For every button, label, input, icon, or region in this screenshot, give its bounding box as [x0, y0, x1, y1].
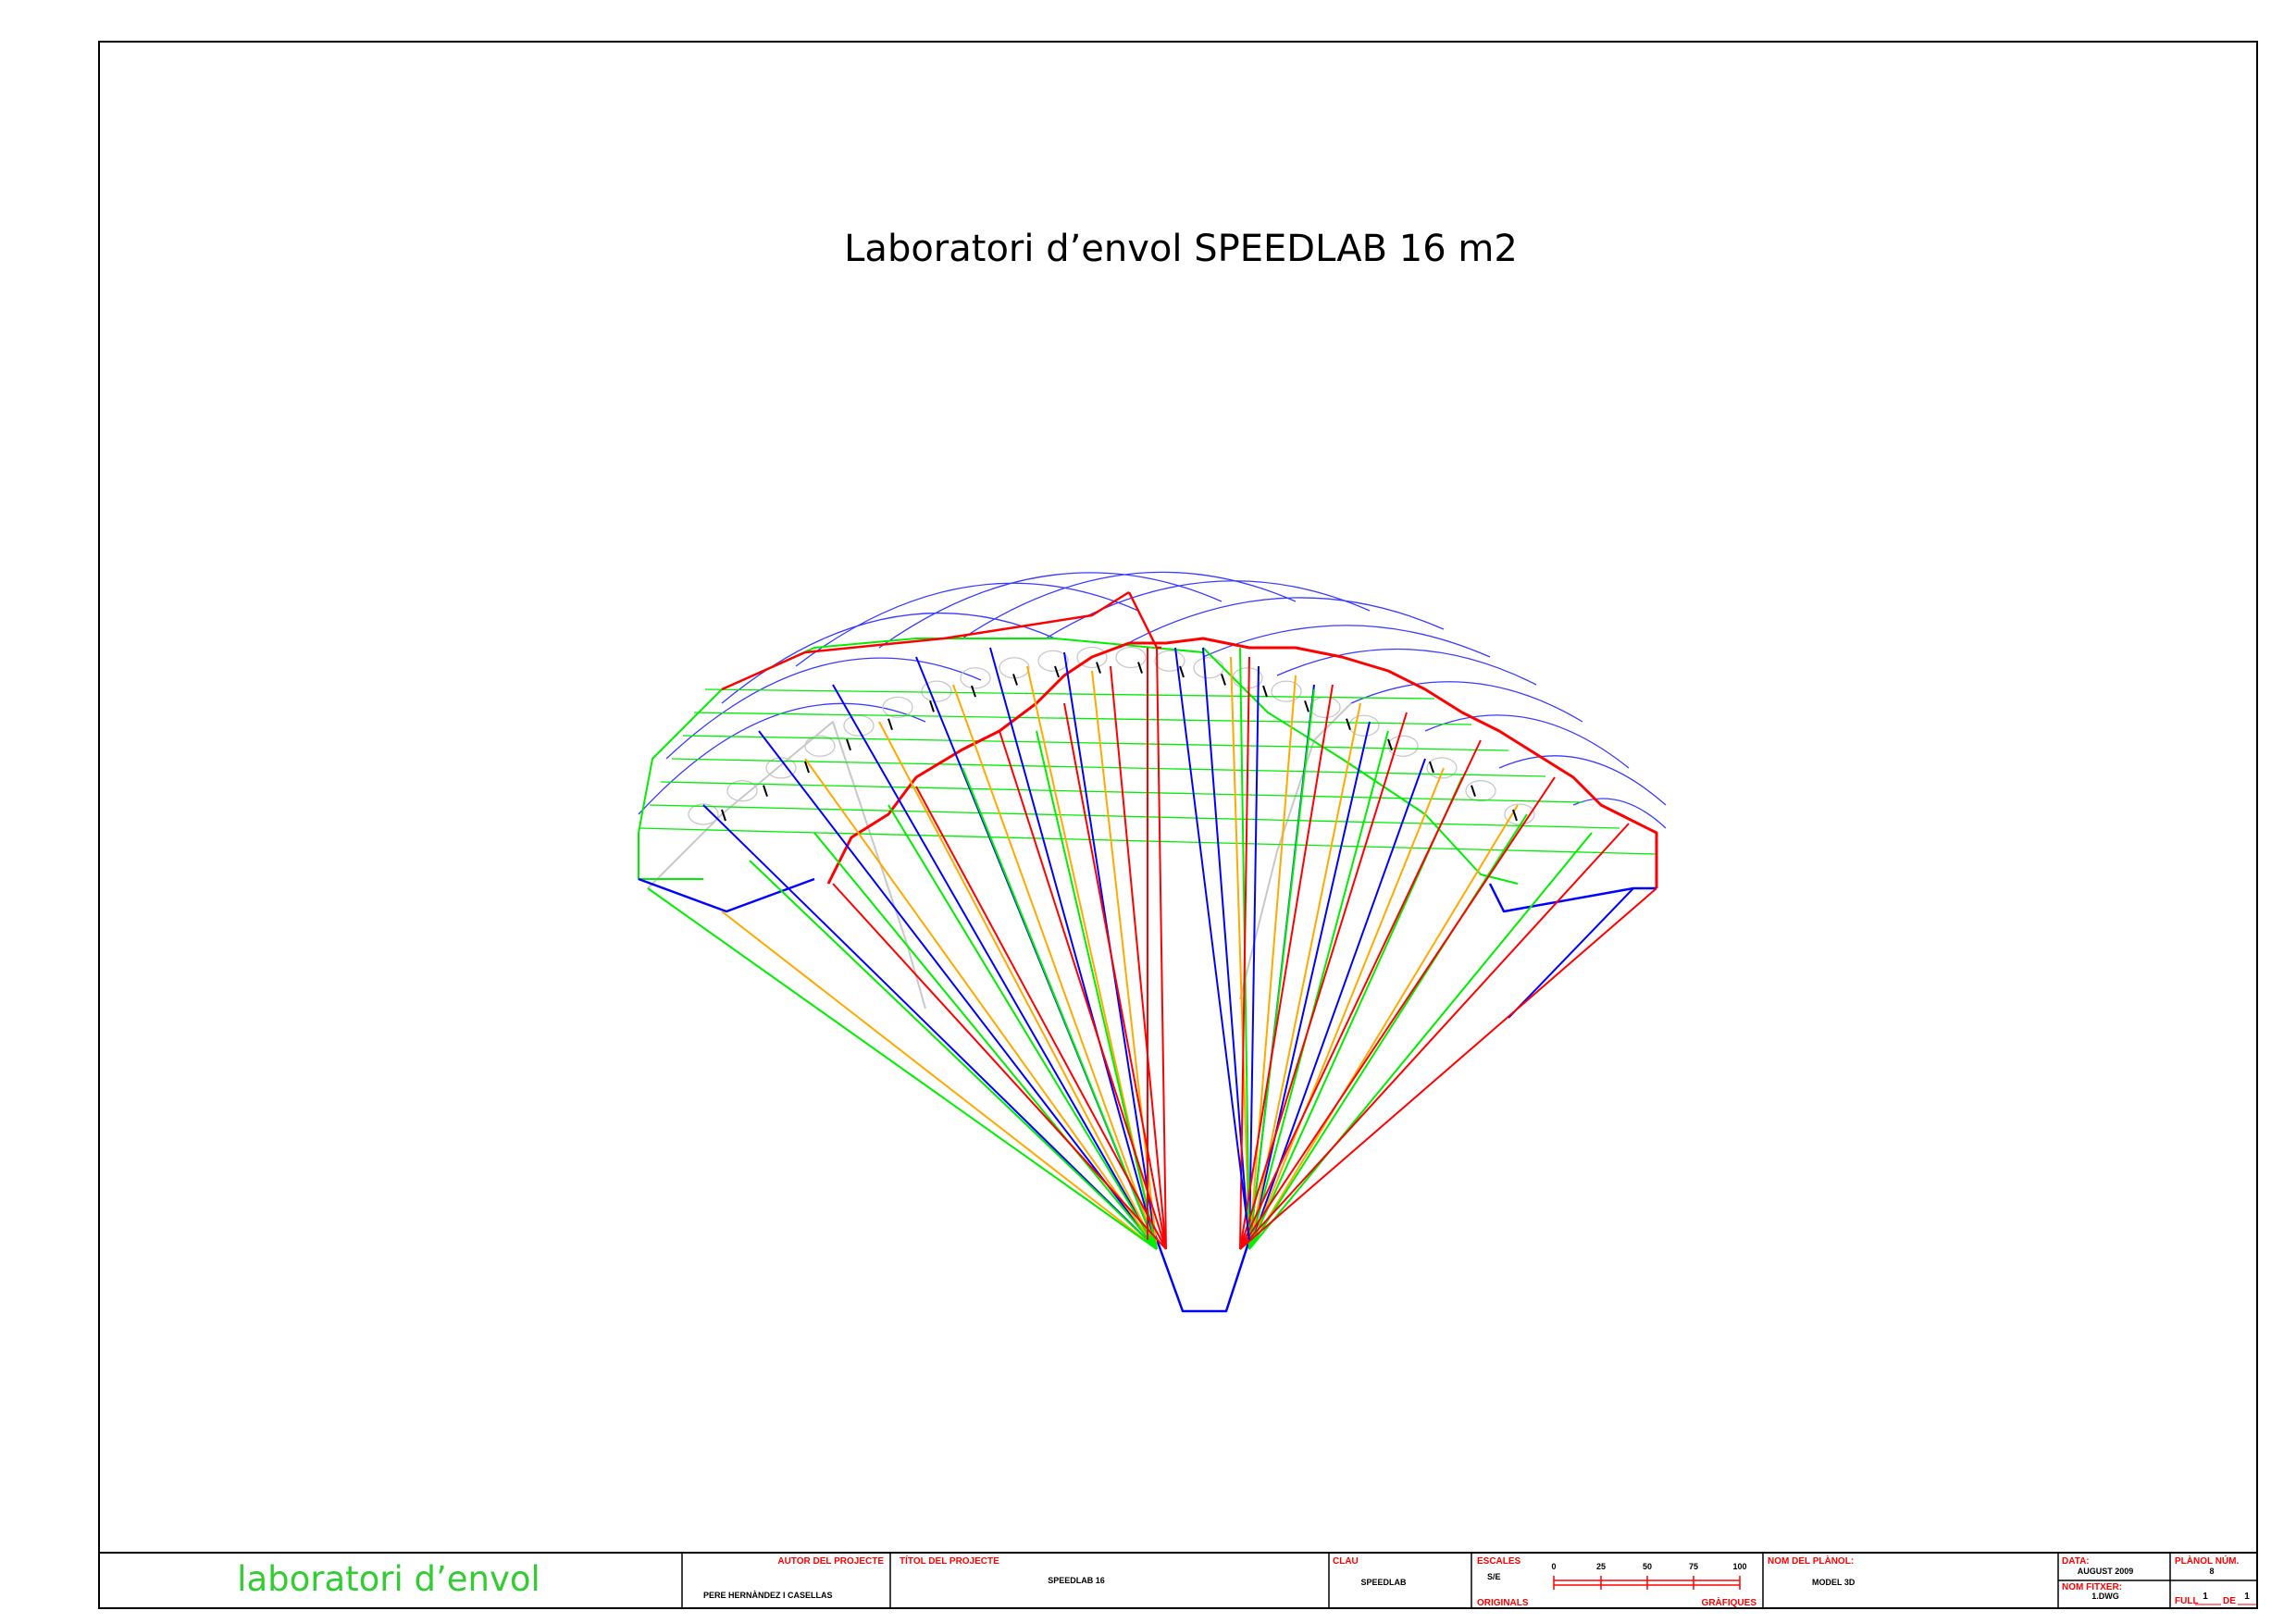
rib-loop [1309, 696, 1341, 719]
suspension-line [1239, 739, 1482, 1250]
sheet-of: DE [2223, 1596, 2236, 1606]
rib-loop [843, 714, 875, 737]
suspension-line [1174, 647, 1250, 1241]
plan-name-value: MODEL 3D [1812, 1578, 1855, 1587]
suspension-line [1239, 712, 1408, 1250]
rib-loop [804, 735, 836, 757]
suspension-line [887, 804, 1158, 1250]
scale-tick-label: 75 [1689, 1562, 1698, 1571]
left-stabilo-line [638, 877, 815, 913]
suspension-line [1248, 688, 1315, 1250]
rib-profile-arc [1202, 625, 1491, 658]
suspension-line [1063, 702, 1167, 1250]
scales-label: ESCALES [1477, 1556, 1521, 1567]
rib-profile-arc [1424, 714, 1630, 769]
attachment-tick [1054, 665, 1060, 678]
span-line [649, 804, 1620, 829]
originals-label: ORIGINALS [1477, 1598, 1529, 1608]
drawing-sheet: Laboratori d’envol SPEEDLAB 16 m2 labora… [98, 41, 2258, 1609]
attachment-tick [1221, 674, 1226, 686]
paraglider-line-diagram [638, 571, 1667, 1313]
graphic-scale-label: GRÀFIQUES [1702, 1596, 1757, 1608]
rib-loop [1465, 780, 1496, 802]
logo-text: laboratori d’envol [237, 1559, 540, 1599]
rib-loop [1271, 680, 1302, 702]
suspension-line [702, 804, 1158, 1250]
attachment-tick [1179, 665, 1185, 678]
project-title-label: TÍTOL DEL PROJECTE [900, 1555, 999, 1567]
suspension-line [1239, 887, 1657, 1250]
attachment-tick [1012, 674, 1018, 686]
suspension-line [1248, 721, 1371, 1250]
rib-profile-arc [1498, 755, 1667, 806]
rib-profile-arc [795, 582, 1139, 667]
rib-loop [882, 696, 913, 719]
suspension-line [832, 684, 1158, 1250]
attachment-tick [1471, 785, 1476, 797]
drawing-title: Laboratori d’envol SPEEDLAB 16 m2 [844, 228, 1518, 270]
sheet-number: FULL 1 DE 1 [2175, 1592, 2256, 1606]
suspension-line [804, 758, 1158, 1250]
author-label: AUTOR DEL PROJECTE [777, 1556, 884, 1567]
author-value: PERE HERNÀNDEZ I CASELLAS [703, 1591, 833, 1600]
plan-number-value: 8 [2209, 1567, 2214, 1576]
suspension-line [647, 887, 1158, 1250]
attachment-tick [846, 738, 851, 751]
gray-structure-line [647, 721, 926, 1010]
suspension-line [952, 684, 1158, 1250]
rib-loop [1387, 735, 1419, 757]
right-stabilo-line [1488, 883, 1657, 913]
sheet-prefix: FULL [2175, 1596, 2199, 1606]
attachment-tick [1096, 662, 1101, 674]
scale-tick-label: 0 [1551, 1562, 1556, 1571]
sheet-value: 1 [2203, 1592, 2208, 1602]
center-red-segment [1127, 591, 1161, 650]
attachment-tick [1137, 662, 1143, 674]
sheet-total: 1 [2244, 1592, 2250, 1602]
plan-name-label: NOM DEL PLÀNOL: [1768, 1555, 1854, 1567]
graphic-scale-bar: 0 25 50 75 100 [1551, 1562, 1747, 1590]
attachment-tick [763, 785, 768, 797]
key-label: CLAU [1333, 1556, 1359, 1567]
suspension-line [1248, 804, 1519, 1250]
scale-tick-label: 50 [1643, 1562, 1652, 1571]
attachment-tick [1262, 685, 1268, 698]
rib-loop [921, 680, 952, 702]
attachment-tick [1429, 761, 1434, 774]
rib-profile-arc [1119, 597, 1445, 649]
suspension-line [1248, 832, 1593, 1250]
file-value: 1.DWG [2091, 1592, 2119, 1601]
date-label: DATA: [2062, 1556, 2090, 1567]
date-value: AUGUST 2009 [2078, 1567, 2134, 1576]
scale-tick-label: 25 [1596, 1562, 1606, 1571]
span-line [671, 758, 1546, 777]
title-block: laboratori d’envol AUTOR DEL PROJECTE PE… [99, 1552, 2257, 1608]
rib-profile-arc [1045, 580, 1371, 639]
attachment-tick [1304, 700, 1309, 712]
suspension-line [721, 911, 1158, 1250]
rib-loop [1037, 650, 1069, 672]
plan-number-label: PLÀNOL NÚM. [2175, 1555, 2239, 1567]
drawing-frame [98, 41, 2258, 1609]
attachment-tick [929, 700, 935, 712]
attachment-tick [971, 685, 976, 698]
rib-profile-arc [665, 657, 982, 760]
rib-loop [1193, 657, 1224, 679]
suspension-line [989, 647, 1158, 1250]
scale-tick-label: 100 [1732, 1562, 1746, 1571]
key-value: SPEEDLAB [1360, 1578, 1407, 1587]
suspension-line [1248, 767, 1445, 1250]
suspension-line [749, 860, 1158, 1250]
scales-value: S/E [1487, 1572, 1501, 1581]
rib-loop [1115, 646, 1147, 669]
span-line [693, 712, 1472, 725]
canopy-left-edge [638, 833, 703, 880]
attachment-tick [887, 718, 893, 731]
suspension-line [813, 832, 1158, 1250]
riser-base [1153, 1233, 1253, 1313]
project-title-value: SPEEDLAB 16 [1048, 1576, 1105, 1585]
